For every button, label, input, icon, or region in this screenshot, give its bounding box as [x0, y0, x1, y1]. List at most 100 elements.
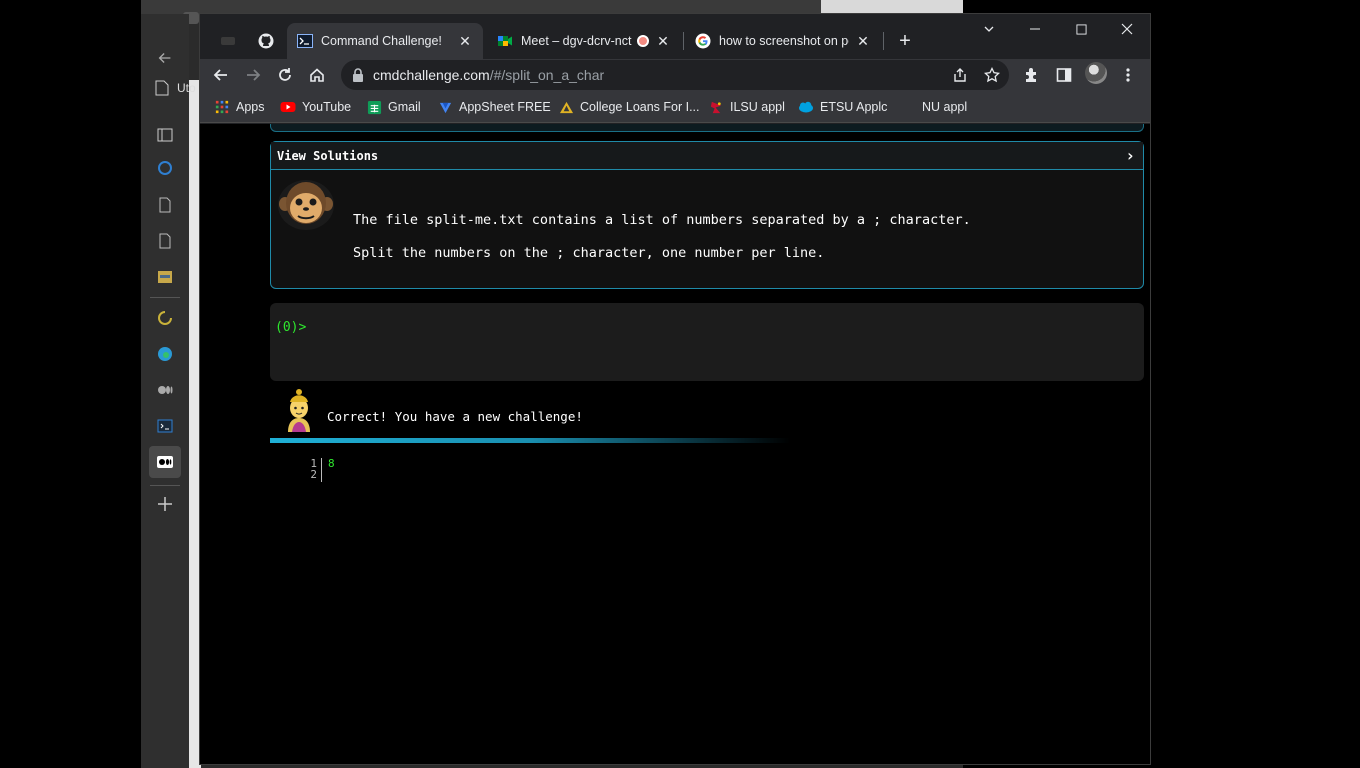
medium-icon[interactable]: [155, 380, 175, 400]
command-terminal[interactable]: (0)>: [270, 303, 1144, 381]
new-tab-button[interactable]: +: [893, 29, 917, 53]
puzzle-icon: [1026, 68, 1036, 82]
menu-button[interactable]: [1116, 63, 1140, 87]
document-icon[interactable]: [155, 195, 175, 215]
bookmark-label: NU appl: [922, 100, 968, 114]
tab-github[interactable]: [248, 23, 284, 59]
page-content: View Solutions › The file split-me.txt c…: [200, 124, 1150, 764]
appsheet-icon: [437, 99, 453, 115]
terminal-icon: [297, 33, 313, 49]
apps-grid-icon: [214, 99, 230, 115]
home-icon: [310, 68, 324, 82]
tab-search-dropdown-icon[interactable]: [966, 14, 1012, 44]
home-button[interactable]: [305, 63, 329, 87]
bookmark-appsheet[interactable]: AppSheet FREE: [437, 97, 551, 117]
bookmark-apps[interactable]: Apps: [214, 97, 265, 117]
challenge-line-1: The file split-me.txt contains a list of…: [353, 212, 971, 228]
monkey-emoji-icon: [278, 180, 334, 230]
bookmark-label: College Loans For I...: [580, 100, 700, 114]
edge-browser-icon[interactable]: [155, 344, 175, 364]
previous-panel-edge: [270, 124, 1144, 132]
tab-strip: Command Challenge! ✕ Meet – dgv-dcrv-nct…: [200, 14, 1150, 59]
extensions-button[interactable]: [1020, 63, 1044, 87]
file-icon: [155, 80, 169, 96]
bookmark-etsu[interactable]: ETSU Applc: [798, 97, 887, 117]
medium-app-icon-selected[interactable]: [149, 446, 181, 478]
salesforce-icon: [798, 99, 814, 115]
edge-swirl-icon[interactable]: [155, 158, 175, 178]
bookmark-gmail[interactable]: Gmail: [366, 97, 421, 117]
background-file-item[interactable]: Uto: [155, 80, 196, 96]
share-icon[interactable]: [951, 66, 969, 84]
reload-button[interactable]: [273, 63, 297, 87]
back-arrow-icon[interactable]: [155, 48, 175, 68]
bookmark-label: YouTube: [302, 100, 352, 114]
url-host: cmdchallenge.com: [373, 67, 490, 83]
challenge-body: The file split-me.txt contains a list of…: [271, 170, 1143, 288]
tab-title: how to screenshot on pc: [719, 34, 849, 48]
view-solutions-header[interactable]: View Solutions ›: [271, 142, 1143, 170]
background-file-label: Uto: [177, 81, 196, 95]
terminal-prompt: (0)>: [275, 320, 307, 335]
bookmarks-bar: Apps YouTube Gmail AppSheet FREE College…: [200, 91, 1150, 123]
bookmark-label: ILSU appl: [730, 100, 785, 114]
reload-icon: [279, 68, 291, 81]
bookmark-label: ETSU Applc: [820, 100, 888, 114]
browser-toolbar: cmdchallenge.com/#/split_on_a_char: [200, 59, 1150, 91]
side-panel-icon: [1056, 68, 1072, 82]
result-message: Correct! You have a new challenge!: [270, 386, 1144, 442]
tab-close-icon[interactable]: ✕: [855, 33, 871, 49]
ilsu-icon: [708, 99, 724, 115]
kebab-menu-icon: [1126, 68, 1130, 82]
tab-google-search[interactable]: how to screenshot on pc ✕: [685, 23, 881, 59]
challenge-description: The file split-me.txt contains a list of…: [353, 204, 971, 270]
result-text: Correct! You have a new challenge!: [327, 409, 583, 424]
bookmark-youtube[interactable]: YouTube: [280, 97, 351, 117]
side-panel-button[interactable]: [1052, 63, 1076, 87]
tab-close-icon[interactable]: ✕: [457, 33, 473, 49]
pinned-tab-icon: [221, 37, 235, 45]
profile-avatar[interactable]: [1085, 62, 1107, 84]
view-solutions-label: View Solutions: [277, 148, 379, 163]
youtube-icon: [280, 99, 296, 115]
terminal-app-icon[interactable]: [155, 416, 175, 436]
college-icon: [558, 99, 574, 115]
back-button[interactable]: [209, 63, 233, 87]
bookmark-label: Apps: [236, 100, 265, 114]
chevron-right-icon[interactable]: ›: [1125, 146, 1135, 165]
bookmark-nu[interactable]: NU appl: [900, 97, 967, 117]
bookmark-college-loans[interactable]: College Loans For I...: [558, 97, 700, 117]
minimize-button[interactable]: [1012, 14, 1058, 44]
address-bar[interactable]: cmdchallenge.com/#/split_on_a_char: [341, 60, 1009, 90]
bookmark-label: Gmail: [388, 100, 421, 114]
lock-icon: [353, 68, 363, 82]
bookmark-star-icon[interactable]: [983, 66, 1001, 84]
browser-window: Command Challenge! ✕ Meet – dgv-dcrv-nct…: [199, 13, 1151, 765]
recording-icon: [637, 35, 649, 47]
tab-title: Meet – dgv-dcrv-nct: [521, 34, 632, 48]
meet-icon: [497, 33, 513, 49]
forward-button[interactable]: [241, 63, 265, 87]
add-icon[interactable]: [155, 494, 175, 514]
tab-command-challenge[interactable]: Command Challenge! ✕: [287, 23, 483, 59]
document-icon-2[interactable]: [155, 231, 175, 251]
forward-arrow-icon: [247, 69, 261, 81]
close-window-button[interactable]: [1104, 14, 1150, 44]
output-content: 8: [328, 457, 335, 470]
bookmark-label: AppSheet FREE: [459, 100, 551, 114]
github-icon: [258, 33, 274, 49]
output-line-numbers: 1 2: [306, 458, 322, 482]
tab-meet[interactable]: Meet – dgv-dcrv-nct ✕: [487, 23, 681, 59]
loading-icon[interactable]: [155, 308, 175, 328]
tab-pinned-blank[interactable]: [210, 23, 246, 59]
url-text[interactable]: cmdchallenge.com/#/split_on_a_char: [373, 67, 604, 83]
tab-close-icon[interactable]: ✕: [655, 33, 671, 49]
mail-icon[interactable]: [155, 267, 175, 287]
sheets-icon: [366, 99, 382, 115]
blank-icon: [900, 99, 916, 115]
maximize-button[interactable]: [1058, 14, 1104, 44]
bookmark-ilsu[interactable]: ILSU appl: [708, 97, 785, 117]
challenge-line-2: Split the numbers on the ; character, on…: [353, 245, 825, 261]
tab-title: Command Challenge!: [321, 34, 442, 48]
tabs-icon[interactable]: [155, 125, 175, 145]
